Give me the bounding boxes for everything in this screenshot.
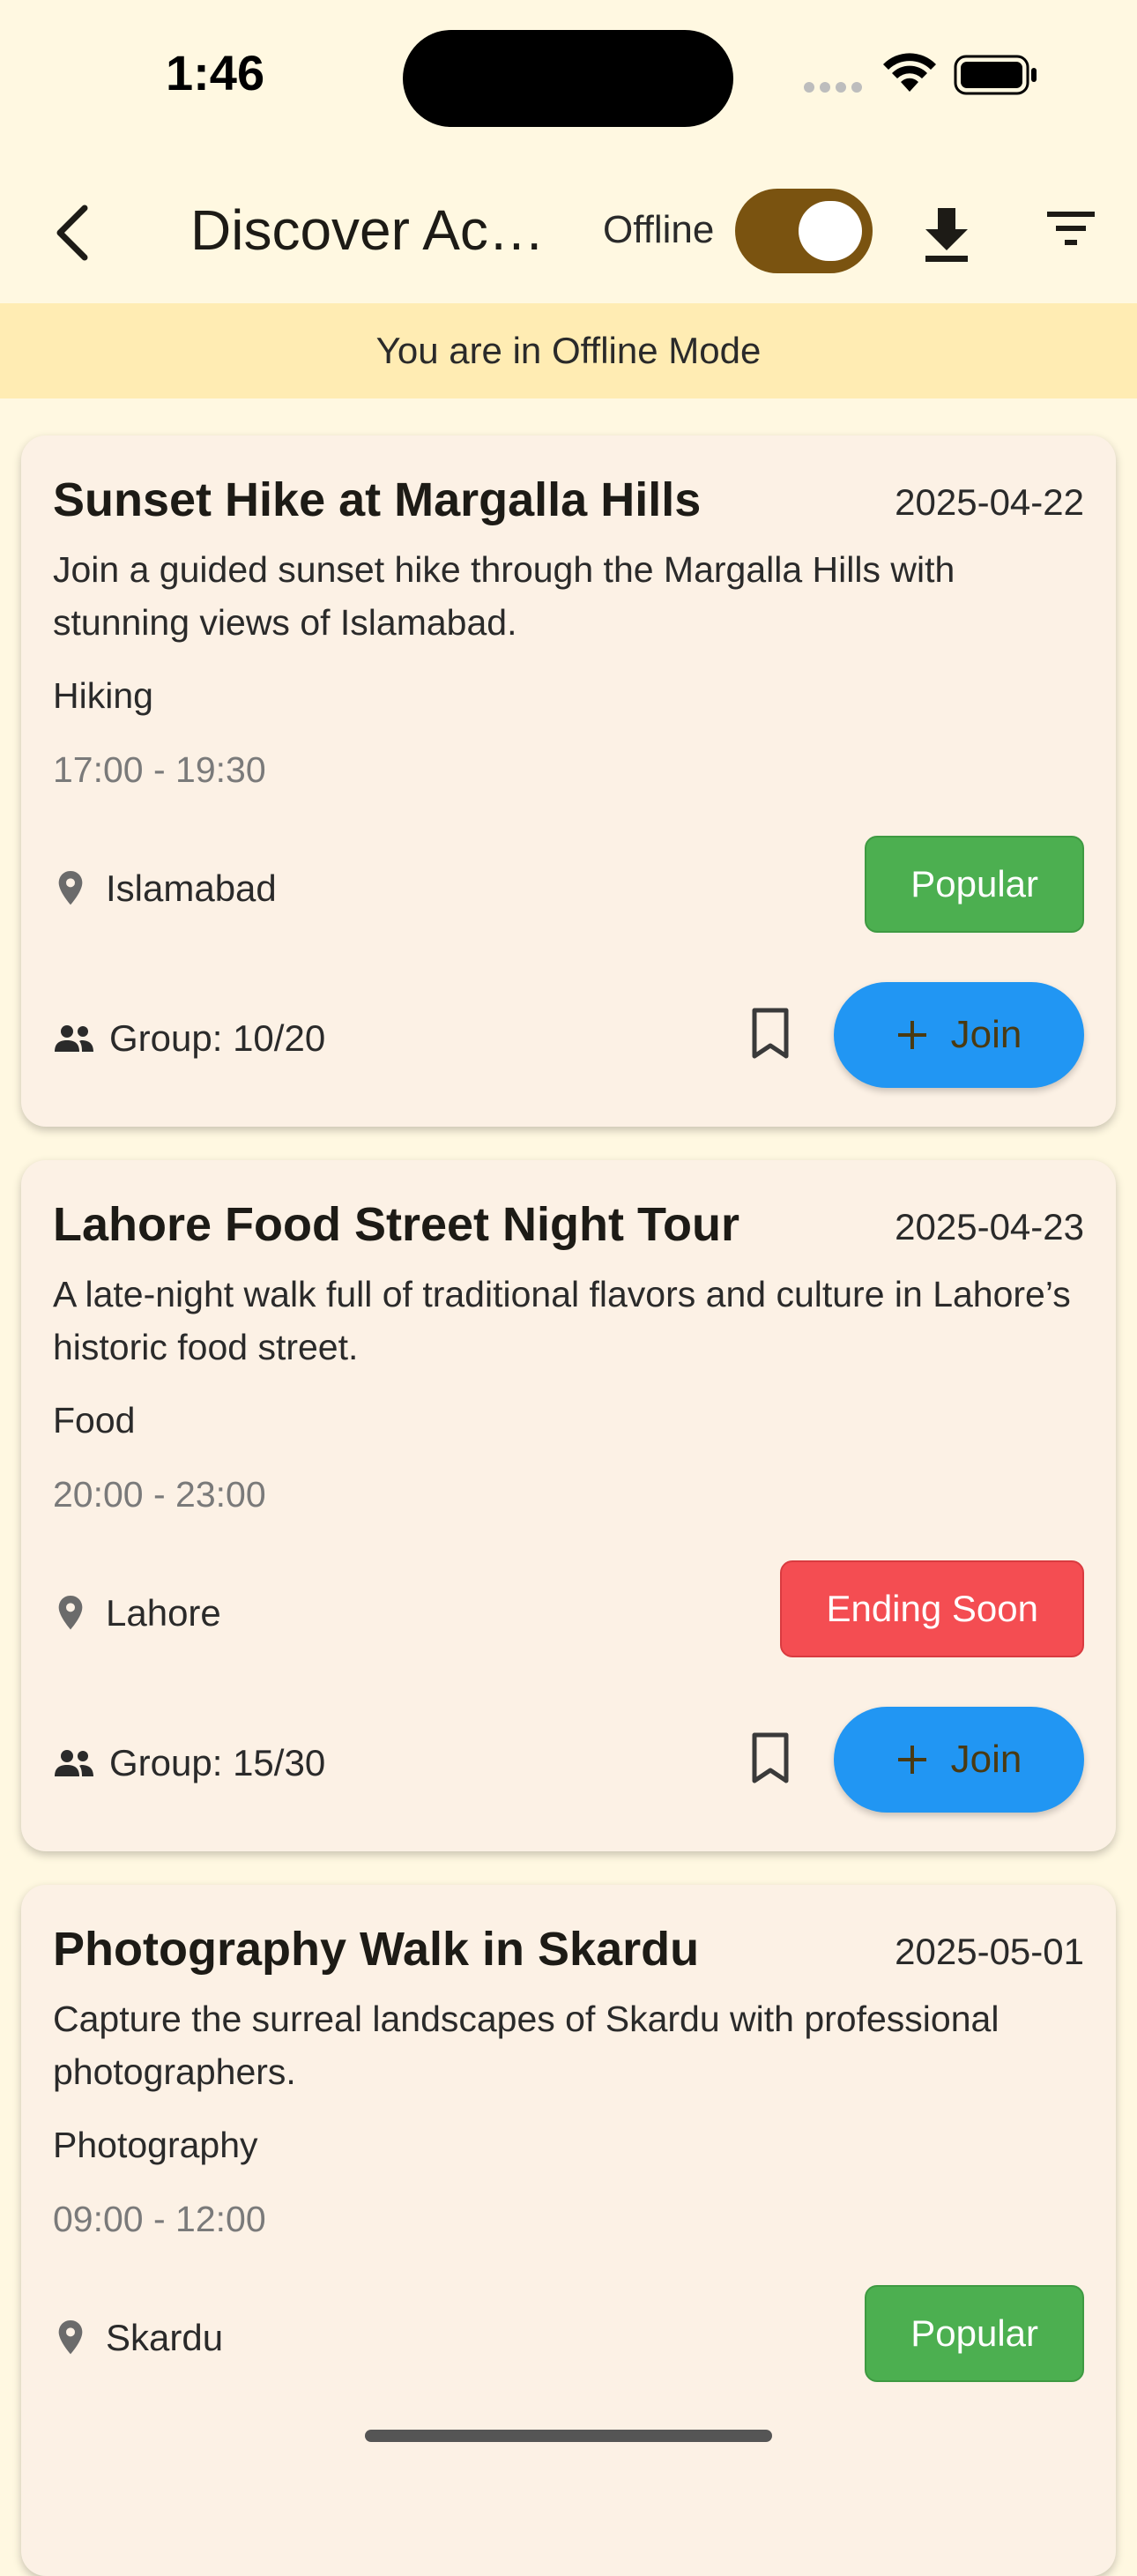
location-row: Skardu <box>53 2317 223 2359</box>
join-label: Join <box>950 1013 1022 1056</box>
activity-title: Lahore Food Street Night Tour <box>53 1198 739 1251</box>
cellular-signal-icon <box>804 81 867 97</box>
app-bar: Discover Activities Offline <box>0 168 1137 300</box>
toggle-knob <box>799 201 862 261</box>
location-text: Skardu <box>106 2317 224 2358</box>
location-row: Lahore <box>53 1592 221 1634</box>
activity-description: Join a guided sunset hike through the Ma… <box>53 549 955 643</box>
activity-description: Capture the surreal landscapes of Skardu… <box>53 1999 1000 2092</box>
bookmark-icon[interactable] <box>749 1731 791 1784</box>
location-row: Islamabad <box>53 867 277 910</box>
status-badge: Ending Soon <box>780 1560 1084 1657</box>
page-title: Discover Activities <box>190 198 552 262</box>
activity-time: 17:00 - 19:30 <box>53 749 266 790</box>
status-badge: Popular <box>865 836 1084 933</box>
activity-date: 2025-04-22 <box>895 481 1084 523</box>
download-icon[interactable] <box>918 203 975 264</box>
join-button[interactable]: Join <box>834 982 1084 1088</box>
home-indicator[interactable] <box>365 2430 772 2442</box>
location-text: Lahore <box>106 1592 221 1634</box>
status-badge: Popular <box>865 2285 1084 2382</box>
join-label: Join <box>950 1738 1022 1781</box>
activity-card[interactable]: Lahore Food Street Night Tour 2025-04-23… <box>21 1160 1116 1851</box>
location-pin-icon <box>58 2320 83 2355</box>
status-bar: 1:46 <box>0 0 1137 159</box>
wifi-icon <box>883 53 936 92</box>
location-text: Islamabad <box>106 867 277 909</box>
group-row: Group: 10/20 <box>53 1017 325 1060</box>
activity-category: Photography <box>53 2125 258 2165</box>
activity-card[interactable]: Sunset Hike at Margalla Hills 2025-04-22… <box>21 436 1116 1127</box>
activity-time: 20:00 - 23:00 <box>53 1474 266 1515</box>
group-icon <box>55 1750 93 1776</box>
offline-banner: You are in Offline Mode <box>0 303 1137 398</box>
plus-icon <box>897 1746 926 1774</box>
activity-card[interactable]: Photography Walk in Skardu 2025-05-01 Ca… <box>21 1885 1116 2576</box>
activity-time: 09:00 - 12:00 <box>53 2199 266 2239</box>
activity-title: Photography Walk in Skardu <box>53 1923 700 1976</box>
filter-icon[interactable] <box>1045 206 1096 250</box>
activity-category: Food <box>53 1400 136 1441</box>
activity-title: Sunset Hike at Margalla Hills <box>53 473 702 526</box>
location-pin-icon <box>58 871 83 905</box>
group-icon <box>55 1025 93 1052</box>
activity-date: 2025-04-23 <box>895 1206 1084 1247</box>
location-pin-icon <box>58 1596 83 1630</box>
status-time: 1:46 <box>166 45 265 101</box>
group-text: Group: 10/20 <box>109 1017 326 1059</box>
offline-toggle[interactable] <box>735 189 873 273</box>
plus-icon <box>897 1021 926 1049</box>
battery-icon <box>954 55 1037 95</box>
activity-date: 2025-05-01 <box>895 1931 1084 1972</box>
dynamic-island <box>403 30 733 127</box>
bookmark-icon[interactable] <box>749 1007 791 1060</box>
back-arrow-icon[interactable] <box>44 197 106 268</box>
activity-category: Hiking <box>53 675 153 716</box>
group-text: Group: 15/30 <box>109 1742 326 1783</box>
activity-description: A late-night walk full of traditional fl… <box>53 1274 1071 1367</box>
group-row: Group: 15/30 <box>53 1742 325 1784</box>
join-button[interactable]: Join <box>834 1707 1084 1813</box>
offline-label: Offline <box>603 208 715 251</box>
